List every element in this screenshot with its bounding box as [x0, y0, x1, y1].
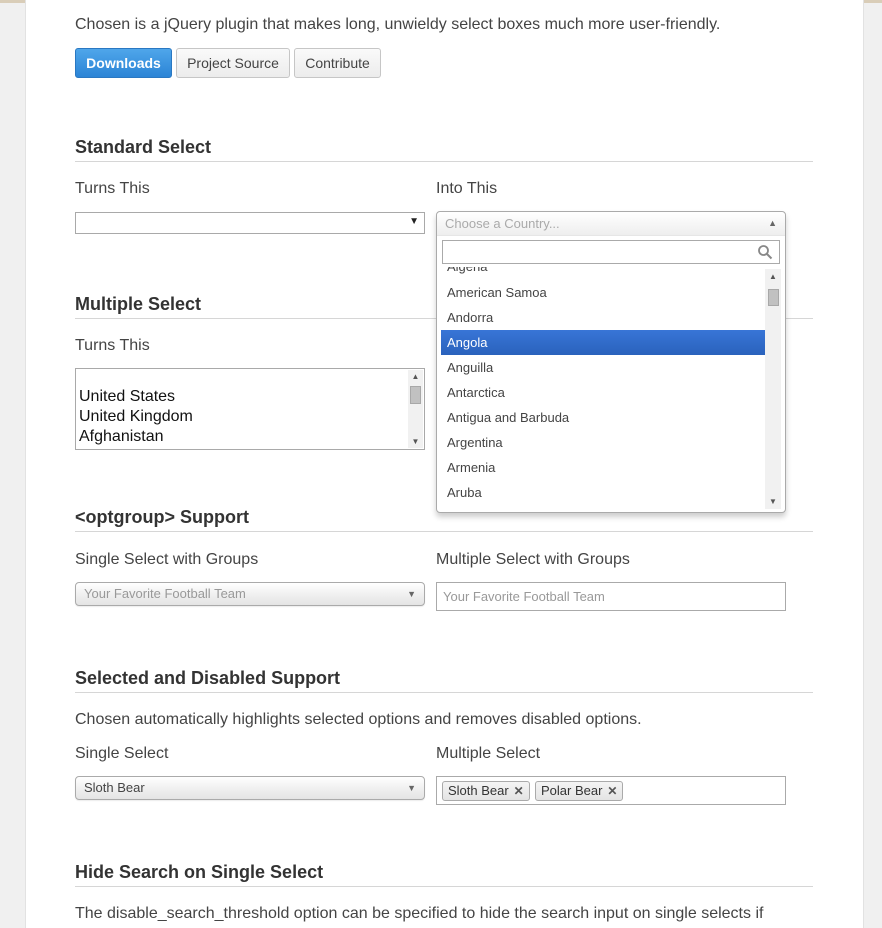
list-item[interactable]: United Kingdom — [79, 408, 193, 426]
select-placeholder: Your Favorite Football Team — [84, 586, 246, 601]
multi-select-scrollbar[interactable]: ▲ ▼ — [408, 370, 423, 448]
standard-turns-this-label: Turns This — [75, 180, 150, 197]
list-item[interactable]: Antarctica — [441, 380, 765, 405]
choice-tag: Polar Bear ✕ — [535, 781, 624, 801]
list-item[interactable]: United States — [79, 388, 175, 406]
selected-single-label: Single Select — [75, 745, 169, 762]
bear-single-select[interactable]: Sloth Bear ▼ — [75, 776, 425, 800]
list-item[interactable]: American Samoa — [441, 280, 765, 305]
bear-multi-select[interactable]: Sloth Bear ✕ Polar Bear ✕ — [436, 776, 786, 805]
multi-select-placeholder: Your Favorite Football Team — [443, 589, 605, 604]
choice-tag-label: Polar Bear — [541, 783, 603, 798]
chevron-down-icon: ▼ — [407, 589, 416, 599]
choice-tag-label: Sloth Bear — [448, 783, 509, 798]
list-item[interactable]: Andorra — [441, 305, 765, 330]
selected-multi-label: Multiple Select — [436, 745, 541, 762]
close-icon[interactable]: ✕ — [514, 782, 524, 800]
list-item[interactable]: Algeria — [441, 267, 765, 279]
choice-tag: Sloth Bear ✕ — [442, 781, 530, 801]
standard-into-this-label: Into This — [436, 180, 498, 197]
native-multi-select[interactable]: United States United Kingdom Afghanistan… — [75, 368, 425, 450]
search-icon — [758, 245, 773, 260]
football-team-single-select[interactable]: Your Favorite Football Team ▼ — [75, 582, 425, 606]
chosen-select-header[interactable]: Choose a Country... ▲ — [437, 212, 785, 236]
football-team-multi-select[interactable]: Your Favorite Football Team — [436, 582, 786, 611]
select-placeholder: Choose a Country... — [445, 216, 560, 231]
chevron-up-icon: ▲ — [768, 218, 777, 228]
chevron-down-icon: ▼ — [407, 783, 416, 793]
scroll-thumb[interactable] — [768, 289, 779, 306]
list-item-highlighted[interactable]: Angola — [441, 330, 765, 355]
intro-text: Chosen is a jQuery plugin that makes lon… — [75, 16, 721, 33]
scroll-thumb[interactable] — [410, 386, 421, 404]
country-chosen-dropdown[interactable]: Choose a Country... ▲ Algeria American S… — [436, 211, 786, 513]
scroll-down-icon[interactable]: ▼ — [408, 437, 423, 446]
list-item[interactable]: Armenia — [441, 455, 765, 480]
list-item[interactable]: Argentina — [441, 430, 765, 455]
multi-groups-label: Multiple Select with Groups — [436, 551, 630, 568]
multiple-turns-this-label: Turns This — [75, 337, 150, 354]
selected-value: Sloth Bear — [84, 780, 145, 795]
search-input[interactable] — [442, 240, 780, 264]
results-scrollbar[interactable]: ▲ ▼ — [765, 269, 781, 509]
select-arrow-icon: ▼ — [409, 216, 419, 227]
standard-select-heading: Standard Select — [75, 137, 813, 162]
list-item[interactable]: Afghanistan — [79, 428, 164, 446]
list-item[interactable]: Anguilla — [441, 355, 765, 380]
contribute-button[interactable]: Contribute — [294, 48, 381, 78]
hide-search-description: The disable_search_threshold option can … — [75, 905, 764, 922]
downloads-button[interactable]: Downloads — [75, 48, 172, 78]
scroll-down-icon[interactable]: ▼ — [765, 497, 781, 506]
results-list: Algeria American Samoa Andorra Angola An… — [441, 267, 765, 509]
selected-disabled-heading: Selected and Disabled Support — [75, 668, 813, 693]
native-country-select[interactable]: ▼ — [75, 212, 425, 234]
scroll-up-icon[interactable]: ▲ — [408, 372, 423, 381]
hide-search-heading: Hide Search on Single Select — [75, 862, 813, 887]
list-item[interactable]: Antigua and Barbuda — [441, 405, 765, 430]
single-groups-label: Single Select with Groups — [75, 551, 259, 568]
list-item[interactable]: Aruba — [441, 480, 765, 505]
scroll-up-icon[interactable]: ▲ — [765, 272, 781, 281]
close-icon[interactable]: ✕ — [607, 782, 617, 800]
selected-disabled-description: Chosen automatically highlights selected… — [75, 711, 642, 728]
project-source-button[interactable]: Project Source — [176, 48, 290, 78]
